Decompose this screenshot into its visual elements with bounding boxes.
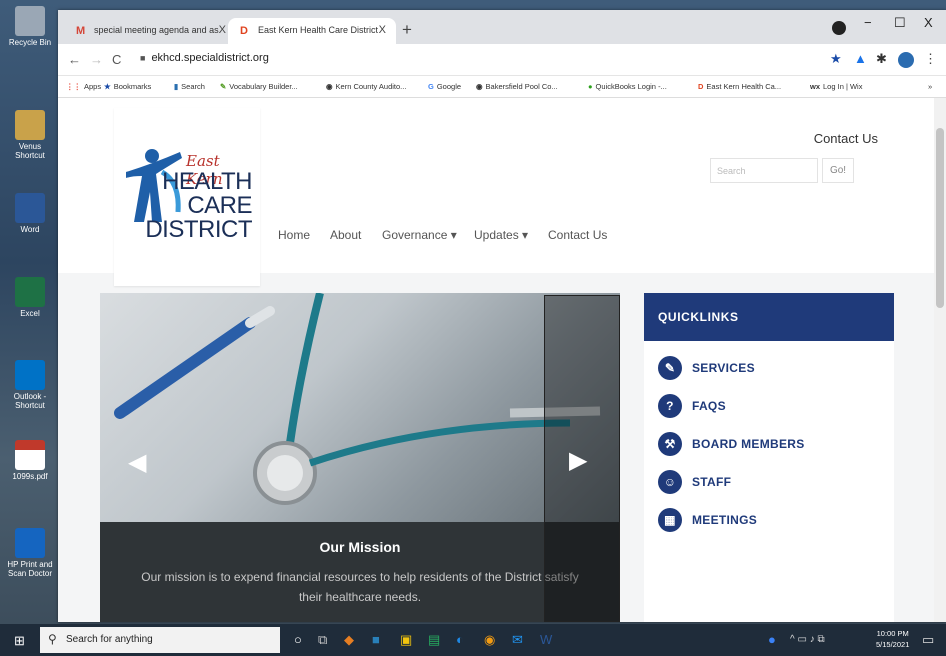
taskbar-search[interactable]: ⚲ Search for anything [40, 627, 280, 653]
gavel-icon: ⚒ [658, 432, 682, 456]
hero-slider: ◀ Our Mission Our mission is to expend f… [100, 293, 620, 622]
minimize-button[interactable]: − [864, 15, 872, 30]
nav-updates[interactable]: Updates ▾ [474, 228, 528, 242]
slide-text: Our mission is to expend financial resou… [141, 570, 579, 604]
slide-title: Our Mission [319, 539, 401, 555]
back-icon[interactable]: ← [68, 52, 81, 67]
logo-health: HEALTH [162, 168, 252, 195]
quicklink-staff[interactable]: ☺ STAFF [644, 463, 894, 501]
nav-governance[interactable]: Governance ▾ [382, 228, 457, 242]
site-search-input[interactable]: Search [710, 158, 818, 183]
bookmark-vocabulary[interactable]: ✎ Vocabulary Builder... [220, 82, 298, 91]
address-bar[interactable]: ■ ekhcd.specialdistrict.org [140, 52, 269, 64]
browser-toolbar: ← → C ■ ekhcd.specialdistrict.org ★ ▲ ✱ ⋮ [58, 44, 946, 76]
close-tab-icon[interactable]: X [379, 24, 386, 36]
task-view-icon[interactable]: ⧉ [318, 632, 327, 648]
contact-us-link-top[interactable]: Contact Us [814, 131, 878, 146]
bookmark-quickbooks[interactable]: ● QuickBooks Login -... [588, 82, 667, 91]
stethoscope-image [114, 293, 601, 505]
profile-avatar[interactable] [898, 52, 914, 68]
nav-home[interactable]: Home [278, 228, 310, 242]
reload-icon[interactable]: C [112, 52, 121, 67]
word-icon[interactable]: W [540, 632, 552, 647]
site-logo[interactable]: East Kern HEALTH CARE DISTRICT [114, 108, 260, 286]
desktop-icon-recycle-bin[interactable]: Recycle Bin [4, 6, 56, 47]
desktop-icon-excel[interactable]: Excel [4, 277, 56, 318]
notifications-icon[interactable]: ▭ [922, 632, 934, 648]
photos-icon[interactable]: ▤ [428, 632, 440, 648]
bookmark-wix[interactable]: wx Log In | Wix [810, 82, 862, 91]
close-tab-icon[interactable]: X [219, 24, 226, 36]
people-icon: ☺ [658, 470, 682, 494]
browser-window: M special meeting agenda and as X D East… [58, 10, 946, 622]
mail-icon[interactable]: ✉ [512, 632, 523, 648]
chrome-icon[interactable]: ◉ [484, 632, 495, 648]
help-icon[interactable]: ● [768, 632, 776, 647]
profile-dot-icon[interactable] [832, 21, 846, 35]
paint-icon[interactable]: ◆ [344, 632, 354, 648]
bookmarks-bar: ⋮⋮ Apps ★ Bookmarks ▮ Search ✎ Vocabulary Bu… [58, 76, 946, 98]
scrollbar-thumb[interactable] [936, 128, 944, 308]
menu-icon[interactable]: ⋮ [924, 51, 937, 67]
close-window-button[interactable]: X [924, 15, 933, 30]
quicklinks-heading: QUICKLINKS [644, 293, 894, 341]
extensions-icon[interactable]: ✱ [876, 51, 887, 67]
search-icon: ⚲ [48, 632, 57, 646]
quicklink-faqs[interactable]: ? FAQS [644, 387, 894, 425]
new-tab-button[interactable]: + [402, 20, 412, 40]
gmail-icon: M [76, 25, 86, 37]
tab-bar: M special meeting agenda and as X D East… [58, 10, 946, 44]
forward-icon[interactable]: → [90, 52, 103, 67]
drive-extension-icon[interactable]: ▲ [854, 51, 867, 66]
search-go-button[interactable]: Go! [822, 158, 854, 183]
bookmark-bakersfield-pool[interactable]: ◉ Bakersfield Pool Co... [476, 82, 558, 91]
taskbar-clock[interactable]: 10:00 PM 5/15/2021 [876, 628, 909, 650]
bookmark-kern-auditor[interactable]: ◉ Kern County Audito... [326, 82, 406, 91]
bookmarks-overflow-icon[interactable]: » [928, 82, 932, 91]
edge-icon[interactable]: ◐ [456, 632, 464, 647]
next-slide-control[interactable]: ▶ [544, 295, 620, 622]
tab-gmail[interactable]: M special meeting agenda and as X [64, 18, 236, 44]
site-header: East Kern HEALTH CARE DISTRICT Contact U… [58, 98, 934, 286]
wrench-icon: ✎ [658, 356, 682, 380]
windows-start-icon[interactable]: ⊞ [14, 633, 25, 649]
quicklinks-panel: QUICKLINKS ✎ SERVICES ? FAQS ⚒ BOARD MEMBER… [644, 293, 894, 622]
taskbar: ⊞ ⚲ Search for anything ○ ⧉ ◆ ■ ▣ ▤ ◐ ◉ ✉… [0, 624, 946, 656]
app-icon[interactable]: ■ [372, 632, 380, 647]
store-icon[interactable]: ▣ [400, 632, 412, 648]
bookmark-apps[interactable]: ⋮⋮ Apps [66, 82, 101, 91]
calendar-icon: ▦ [658, 508, 682, 532]
bookmark-bookmarks[interactable]: ★ Bookmarks [104, 82, 151, 91]
quicklink-meetings[interactable]: ▦ MEETINGS [644, 501, 894, 539]
site-favicon-icon: D [240, 25, 248, 37]
bookmark-google[interactable]: G Google [428, 82, 461, 91]
tab-ekhcd[interactable]: D East Kern Health Care District X [228, 18, 396, 44]
bookmark-ekhcd[interactable]: D East Kern Health Ca... [698, 82, 781, 91]
cortana-icon[interactable]: ○ [294, 632, 302, 647]
desktop-icon-hp-doctor[interactable]: HP Print and Scan Doctor [4, 528, 56, 578]
quicklink-services[interactable]: ✎ SERVICES [644, 349, 894, 387]
lock-icon: ■ [140, 53, 146, 63]
nav-contact-us[interactable]: Contact Us [548, 228, 607, 242]
logo-district: DISTRICT [145, 216, 252, 243]
desktop-icon-word[interactable]: Word [4, 193, 56, 234]
next-arrow-icon[interactable]: ▶ [569, 446, 587, 475]
desktop-icon-outlook[interactable]: Outlook - Shortcut [4, 360, 56, 410]
bookmark-search[interactable]: ▮ Search [174, 82, 205, 91]
desktop-icon-venus[interactable]: Venus Shortcut [4, 110, 56, 160]
quicklink-board-members[interactable]: ⚒ BOARD MEMBERS [644, 425, 894, 463]
maximize-button[interactable]: ☐ [894, 15, 906, 31]
nav-about[interactable]: About [330, 228, 361, 242]
slide-caption: Our Mission Our mission is to expend fin… [100, 522, 620, 622]
logo-care: CARE [187, 192, 252, 219]
tray-icons[interactable]: ^ ▭ ♪ ⧉ [790, 634, 825, 645]
desktop-icon-pdf[interactable]: 1099s.pdf [4, 440, 56, 481]
prev-arrow-icon[interactable]: ◀ [128, 448, 146, 477]
question-icon: ? [658, 394, 682, 418]
web-page: East Kern HEALTH CARE DISTRICT Contact U… [58, 98, 934, 622]
bookmark-star-icon[interactable]: ★ [830, 51, 842, 67]
